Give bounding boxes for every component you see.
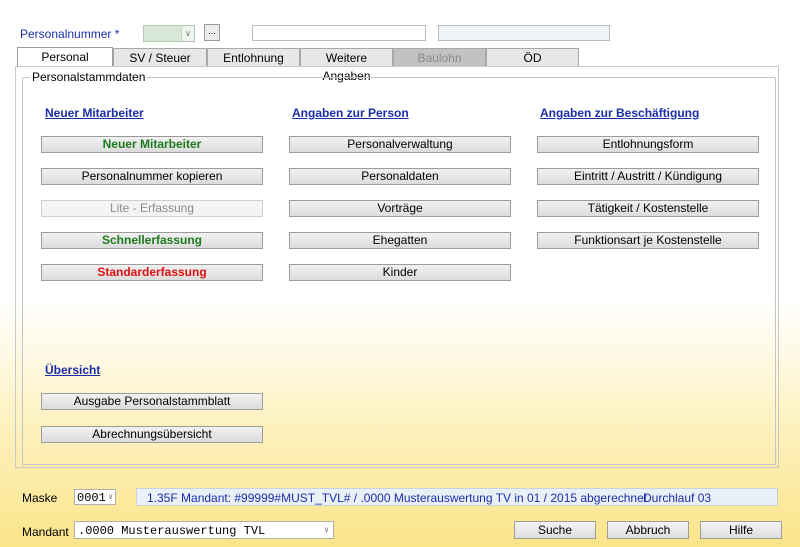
status-text: 1.35F Mandant: #99999#MUST_TVL# / .0000 … (147, 491, 648, 505)
ehegatten-button[interactable]: Ehegatten (289, 232, 511, 249)
personalnummer-label: Personalnummer * (20, 27, 120, 41)
personalverwaltung-button[interactable]: Personalverwaltung (289, 136, 511, 153)
taetigkeit-kostenstelle-button[interactable]: Tätigkeit / Kostenstelle (537, 200, 759, 217)
standarderfassung-button[interactable]: Standarderfassung (41, 264, 263, 281)
status-run: Durchlauf 03 (643, 491, 712, 505)
abrechnungsuebersicht-button[interactable]: Abrechnungsübersicht (41, 426, 263, 443)
personaldaten-button[interactable]: Personaldaten (289, 168, 511, 185)
mandant-label: Mandant (22, 525, 69, 539)
tab-weitere-angaben[interactable]: Weitere Angaben (300, 48, 393, 83)
ausgabe-personalstammblatt-button[interactable]: Ausgabe Personalstammblatt (41, 393, 263, 410)
employee-name-field[interactable] (252, 25, 426, 41)
suche-button[interactable]: Suche (514, 521, 596, 539)
group-title: Personalstammdaten (30, 70, 148, 84)
personalnummer-kopieren-button[interactable]: Personalnummer kopieren (41, 168, 263, 185)
section-heading-neuer-mitarbeiter: Neuer Mitarbeiter (45, 106, 144, 120)
eintritt-austritt-kuendigung-button[interactable]: Eintritt / Austritt / Kündigung (537, 168, 759, 185)
section-heading-angaben-beschaeftigung: Angaben zur Beschäftigung (540, 106, 700, 120)
funktionsart-kostenstelle-button[interactable]: Funktionsart je Kostenstelle (537, 232, 759, 249)
personalnummer-dropdown[interactable]: ∨ (143, 25, 195, 42)
maske-dropdown[interactable]: 0001 ∨ (74, 489, 116, 505)
status-bar: 1.35F Mandant: #99999#MUST_TVL# / .0000 … (136, 488, 778, 506)
tab-oed[interactable]: ÖD (486, 48, 579, 66)
tab-sv-steuer[interactable]: SV / Steuer (113, 48, 207, 66)
employee-extra-field (438, 25, 610, 41)
chevron-down-icon[interactable]: ∨ (108, 490, 113, 506)
chevron-down-icon[interactable]: ∨ (181, 26, 194, 41)
neuer-mitarbeiter-button[interactable]: Neuer Mitarbeiter (41, 136, 263, 153)
maske-value: 0001 (77, 491, 106, 505)
entlohnungsform-button[interactable]: Entlohnungsform (537, 136, 759, 153)
lite-erfassung-button: Lite - Erfassung (41, 200, 263, 217)
tab-baulohn: Baulohn (393, 48, 486, 66)
section-heading-angaben-person: Angaben zur Person (292, 106, 409, 120)
abbruch-button[interactable]: Abbruch (607, 521, 689, 539)
mandant-value: .0000 Musterauswertung TVL (78, 524, 266, 538)
kinder-button[interactable]: Kinder (289, 264, 511, 281)
maske-label: Maske (22, 491, 58, 505)
mandant-dropdown[interactable]: .0000 Musterauswertung TVL ∨ (74, 521, 334, 539)
tab-personal[interactable]: Personal (17, 47, 113, 67)
tab-entlohnung[interactable]: Entlohnung (207, 48, 300, 66)
vortraege-button[interactable]: Vorträge (289, 200, 511, 217)
hilfe-button[interactable]: Hilfe (700, 521, 782, 539)
section-heading-uebersicht: Übersicht (45, 363, 101, 377)
schnellerfassung-button[interactable]: Schnellerfassung (41, 232, 263, 249)
personalnummer-browse-button[interactable]: ... (204, 24, 220, 41)
chevron-down-icon[interactable]: ∨ (324, 522, 329, 540)
